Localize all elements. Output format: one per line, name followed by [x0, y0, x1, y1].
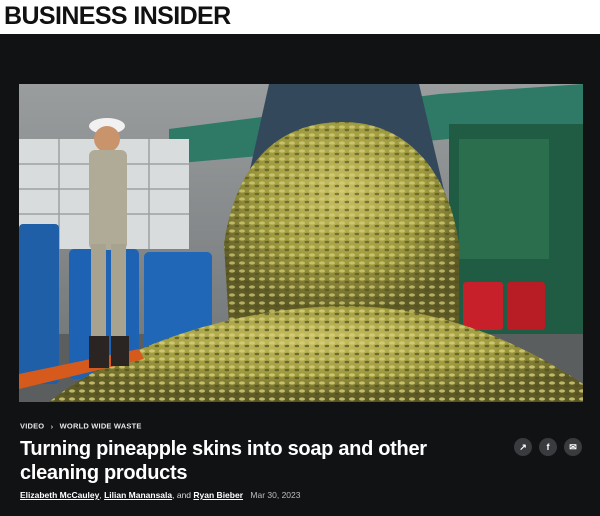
breadcrumb-separator: ›	[50, 421, 54, 431]
facebook-icon: f	[546, 442, 550, 452]
business-insider-logo[interactable]: BUSINESS INSIDER	[4, 1, 231, 31]
facebook-share-button[interactable]: f	[539, 438, 557, 456]
email-icon: ✉	[569, 441, 577, 452]
article-headline: Turning pineapple skins into soap and ot…	[20, 438, 427, 484]
share-button[interactable]: ↗	[514, 438, 532, 456]
author-link[interactable]: Ryan Bieber	[193, 490, 243, 500]
site-header: BUSINESS INSIDER	[0, 0, 600, 34]
breadcrumb: VIDEO › WORLD WIDE WASTE	[20, 421, 142, 431]
breadcrumb-video[interactable]: VIDEO	[20, 422, 44, 431]
publish-date: Mar 30, 2023	[250, 490, 301, 500]
email-share-button[interactable]: ✉	[564, 438, 582, 456]
author-link[interactable]: Elizabeth McCauley	[20, 490, 99, 500]
hero-image	[19, 84, 583, 402]
pineapple-skins-photo	[19, 84, 583, 402]
author-joiner: , and	[172, 490, 194, 500]
share-icon: ↗	[519, 441, 527, 452]
byline: Elizabeth McCauley, Lilian Manansala, an…	[20, 490, 300, 500]
breadcrumb-world-wide-waste[interactable]: WORLD WIDE WASTE	[60, 422, 142, 431]
author-link[interactable]: Lilian Manansala	[104, 490, 172, 500]
